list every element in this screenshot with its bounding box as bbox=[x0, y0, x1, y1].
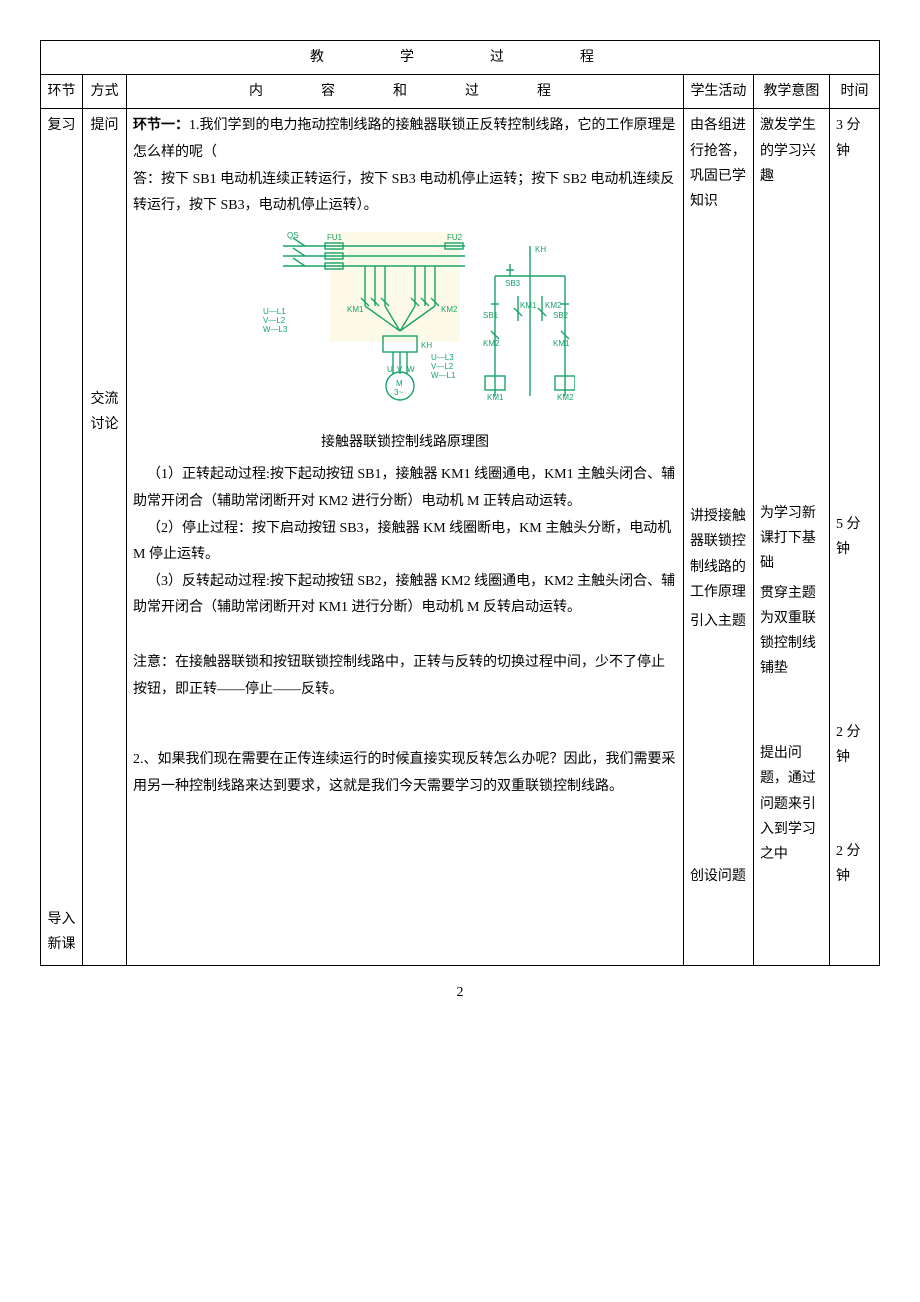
time-2: 5 分钟 bbox=[836, 512, 873, 562]
activity-1: 由各组进行抢答，巩固已学知识 bbox=[690, 113, 747, 214]
lbl-vl2b: V—L2 bbox=[431, 362, 454, 371]
seg1-answer: 答：按下 SB1 电动机连续正转运行，按下 SB3 电动机停止运转；按下 SB2… bbox=[133, 167, 677, 220]
diagram-caption: 接触器联锁控制线路原理图 bbox=[133, 430, 677, 457]
header-row: 环节 方式 内 容 和 过 程 学生活动 教学意图 时间 bbox=[41, 75, 880, 109]
lbl-wl1: W—L1 bbox=[431, 371, 456, 380]
activity-2: 讲授接触器联锁控制线路的工作原理 bbox=[690, 504, 747, 605]
lbl-km2-main: KM2 bbox=[441, 305, 458, 314]
lbl-m: M bbox=[396, 379, 403, 388]
lbl-km1-coil: KM1 bbox=[487, 393, 504, 402]
huanjie-daoru: 导入新课 bbox=[47, 907, 76, 957]
col-activity: 由各组进行抢答，巩固已学知识 讲授接触器联锁控制线路的工作原理 引入主题 创设问… bbox=[683, 109, 753, 966]
lbl-ul3: U—L3 bbox=[431, 353, 454, 362]
time-3: 2 分钟 bbox=[836, 720, 873, 770]
lesson-plan-table: 教 学 过 程 环节 方式 内 容 和 过 程 学生活动 教学意图 时间 复习 … bbox=[40, 40, 880, 966]
lbl-sb3: SB3 bbox=[505, 279, 521, 288]
lbl-sb1: SB1 bbox=[483, 311, 499, 320]
col-fangshi: 提问 交流讨论 bbox=[83, 109, 127, 966]
header-fangshi: 方式 bbox=[83, 75, 127, 109]
fangshi-jiaoliu: 交流讨论 bbox=[89, 387, 120, 437]
body-row: 复习 导入新课 提问 交流讨论 环节一：1.我们学到的电力拖动控制线路的接触器联… bbox=[41, 109, 880, 966]
fangshi-tiwen: 提问 bbox=[89, 113, 120, 138]
lbl-fu2: FU2 bbox=[447, 233, 463, 242]
para-3: （3）反转起动过程:按下起动按钮 SB2，接触器 KM2 线圈通电，KM2 主触… bbox=[133, 569, 677, 622]
lbl-kh: KH bbox=[421, 341, 432, 350]
lbl-u: U bbox=[387, 365, 393, 374]
intent-4: 提出问题，通过问题来引入到学习之中 bbox=[760, 741, 823, 867]
lbl-v: V bbox=[397, 365, 403, 374]
circuit-diagram: QS FU1 FU2 KH SB3 SB1 SB2 KM1 KM2 KM2 KM… bbox=[235, 226, 575, 426]
intent-2: 为学习新课打下基础 bbox=[760, 501, 823, 577]
header-intent: 教学意图 bbox=[753, 75, 829, 109]
table-title: 教 学 过 程 bbox=[41, 41, 880, 75]
header-activity: 学生活动 bbox=[683, 75, 753, 109]
header-time: 时间 bbox=[829, 75, 879, 109]
col-intent: 激发学生的学习兴趣 为学习新课打下基础 贯穿主题为双重联锁控制线铺垫 提出问题，… bbox=[753, 109, 829, 966]
lbl-fu1: FU1 bbox=[327, 233, 343, 242]
time-4: 2 分钟 bbox=[836, 839, 873, 889]
header-content: 内 容 和 过 程 bbox=[127, 75, 684, 109]
lbl-kh-r: KH bbox=[535, 245, 546, 254]
activity-3: 引入主题 bbox=[690, 609, 747, 634]
lbl-km2-nc: KM2 bbox=[483, 339, 500, 348]
lbl-ul1: U—L1 bbox=[263, 307, 286, 316]
intent-1: 激发学生的学习兴趣 bbox=[760, 113, 823, 189]
page-number: 2 bbox=[40, 980, 880, 1005]
segment-1: 环节一：1.我们学到的电力拖动控制线路的接触器联锁正反转控制线路，它的工作原理是… bbox=[133, 113, 677, 166]
col-content: 环节一：1.我们学到的电力拖动控制线路的接触器联锁正反转控制线路，它的工作原理是… bbox=[127, 109, 684, 966]
para-2: （2）停止过程：按下启动按钮 SB3，接触器 KM 线圈断电，KM 主触头分断，… bbox=[133, 516, 677, 569]
lbl-km1-main: KM1 bbox=[347, 305, 364, 314]
time-1: 3 分钟 bbox=[836, 113, 873, 163]
question-2: 2.、如果我们现在需要在正传连续运行的时候直接实现反转怎么办呢？因此，我们需要采… bbox=[133, 747, 677, 800]
note: 注意：在接触器联锁和按钮联锁控制线路中，正转与反转的切换过程中间，少不了停止按钮… bbox=[133, 650, 677, 703]
col-time: 3 分钟 5 分钟 2 分钟 2 分钟 bbox=[829, 109, 879, 966]
seg1-label: 环节一： bbox=[133, 118, 189, 133]
seg1-question: 1.我们学到的电力拖动控制线路的接触器联锁正反转控制线路，它的工作原理是怎么样的… bbox=[133, 118, 676, 160]
huanjie-fuxi: 复习 bbox=[47, 113, 76, 138]
lbl-vl2: V—L2 bbox=[263, 316, 286, 325]
lbl-wl3: W—L3 bbox=[263, 325, 288, 334]
lbl-km2-coil: KM2 bbox=[557, 393, 574, 402]
title-row: 教 学 过 程 bbox=[41, 41, 880, 75]
col-huanjie: 复习 导入新课 bbox=[41, 109, 83, 966]
lbl-km2-aux: KM2 bbox=[545, 301, 562, 310]
lbl-km1-aux: KM1 bbox=[520, 301, 537, 310]
activity-4: 创设问题 bbox=[690, 864, 747, 889]
lbl-sb2: SB2 bbox=[553, 311, 569, 320]
intent-3: 贯穿主题为双重联锁控制线铺垫 bbox=[760, 581, 823, 682]
header-huanjie: 环节 bbox=[41, 75, 83, 109]
lbl-km1-nc: KM1 bbox=[553, 339, 570, 348]
lbl-qs: QS bbox=[287, 231, 299, 240]
lbl-w: W bbox=[407, 365, 415, 374]
lbl-m3: 3~ bbox=[394, 388, 403, 397]
para-1: （1）正转起动过程:按下起动按钮 SB1，接触器 KM1 线圈通电，KM1 主触… bbox=[133, 462, 677, 515]
